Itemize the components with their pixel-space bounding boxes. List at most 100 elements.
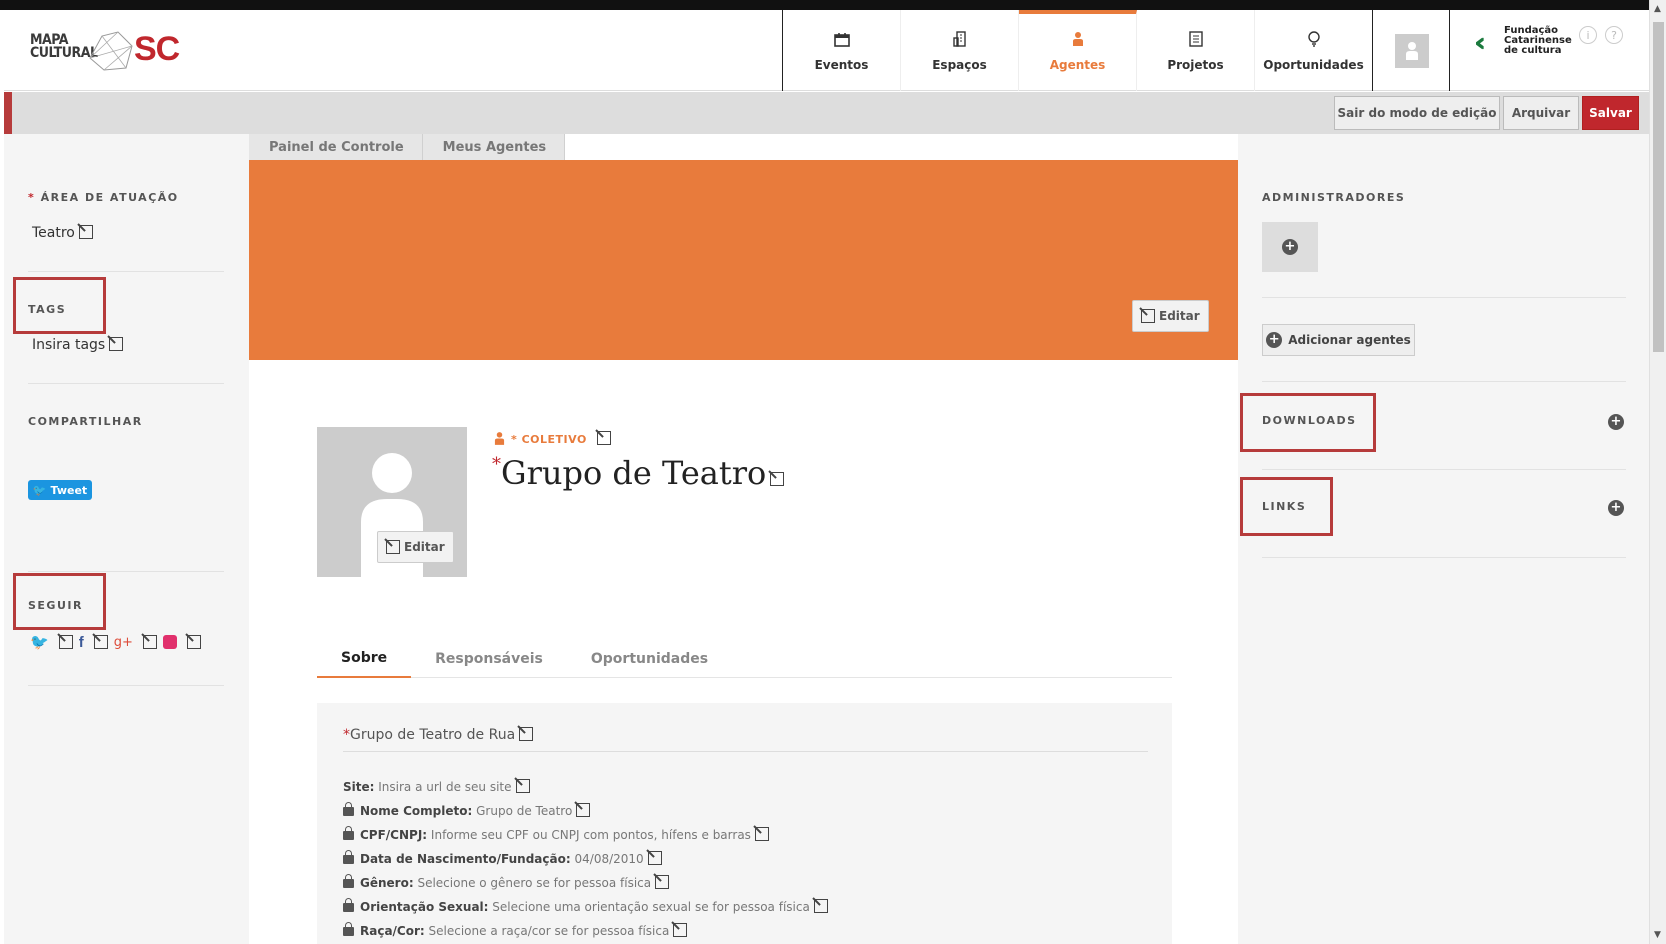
tags-field[interactable]: Insira tags <box>32 337 124 353</box>
google-plus-icon[interactable]: g+ <box>114 635 133 650</box>
nav-projetos[interactable]: Projetos <box>1137 10 1255 91</box>
exit-edit-mode-button[interactable]: Sair do modo de edição <box>1334 96 1500 130</box>
nav-espacos[interactable]: Espaços <box>901 10 1019 91</box>
edit-pencil-icon[interactable] <box>596 431 611 445</box>
add-link-plus-icon[interactable]: + <box>1608 500 1624 516</box>
instagram-icon[interactable] <box>162 635 177 649</box>
divider <box>28 383 224 384</box>
add-agents-button[interactable]: + Adicionar agentes <box>1262 324 1415 356</box>
calendar-icon <box>833 30 851 48</box>
agent-type-label: COLETIVO <box>521 433 587 446</box>
archive-button[interactable]: Arquivar <box>1503 96 1579 130</box>
edit-avatar-button[interactable]: Editar <box>377 531 454 563</box>
divider <box>1262 381 1626 382</box>
field-label: CPF/CNPJ: <box>360 828 428 842</box>
building-icon <box>951 30 969 48</box>
twitter-icon[interactable]: 🐦 <box>30 633 49 651</box>
field-value: Selecione o gênero se for pessoa física <box>417 876 652 890</box>
edit-pencil-icon[interactable] <box>673 923 688 937</box>
person-icon <box>494 431 505 449</box>
edit-mode-marker <box>4 92 12 134</box>
edit-pencil-icon[interactable] <box>186 635 201 649</box>
scroll-down-arrow-icon[interactable]: ▼ <box>1654 930 1661 940</box>
edit-pencil-icon[interactable] <box>519 727 534 741</box>
fundacao-logo[interactable]: ‹‹‹ Fundação Catarinense de cultura <box>1474 24 1584 64</box>
site-header: MAPA CULTURAL SC Eventos Espaços Agentes… <box>4 10 1649 91</box>
edit-pencil-icon[interactable] <box>754 827 769 841</box>
nav-oportunidades[interactable]: Oportunidades <box>1255 10 1373 91</box>
facebook-icon[interactable]: f <box>79 634 84 651</box>
about-panel: *Grupo de Teatro de Rua Site: Insira a u… <box>317 703 1172 944</box>
field-label: Orientação Sexual: <box>360 900 489 914</box>
breadcrumb-item[interactable]: Meus Agentes <box>423 134 566 160</box>
field-genero[interactable]: Gênero: Selecione o gênero se for pessoa… <box>343 874 670 890</box>
field-nome-completo[interactable]: Nome Completo: Grupo de Teatro <box>343 802 591 818</box>
edit-pencil-icon[interactable] <box>655 875 670 889</box>
mapa-cultural-logo[interactable]: MAPA CULTURAL SC <box>30 20 180 80</box>
edit-cover-button[interactable]: Editar <box>1132 300 1209 332</box>
avatar <box>1394 33 1429 68</box>
field-data-nascimento[interactable]: Data de Nascimento/Fundação: 04/08/2010 <box>343 850 662 866</box>
top-strip <box>0 0 1666 10</box>
info-icon[interactable]: i <box>1579 26 1597 44</box>
document-icon <box>1187 30 1205 48</box>
edit-pencil-icon[interactable] <box>813 899 828 913</box>
nav-agentes[interactable]: Agentes <box>1019 10 1137 91</box>
user-menu[interactable] <box>1374 10 1450 91</box>
edit-pencil-icon[interactable] <box>515 779 530 793</box>
edit-pencil-icon[interactable] <box>770 472 785 486</box>
main-nav: Eventos Espaços Agentes Projetos Oportun… <box>782 10 1373 91</box>
field-value: Grupo de Teatro <box>476 804 573 818</box>
lightbulb-icon <box>1305 30 1323 48</box>
field-raca-cor[interactable]: Raça/Cor: Selecione a raça/cor se for pe… <box>343 922 688 938</box>
nav-label: Projetos <box>1167 58 1224 72</box>
plus-icon: + <box>1266 332 1283 348</box>
logo-map-icon <box>89 31 133 71</box>
nav-label: Espaços <box>932 58 987 72</box>
short-description-text: Grupo de Teatro de Rua <box>350 727 516 743</box>
divider <box>1262 297 1626 298</box>
edit-cover-label: Editar <box>1159 309 1200 323</box>
edit-pencil-icon[interactable] <box>93 635 108 649</box>
tab-sobre[interactable]: Sobre <box>317 639 412 678</box>
edit-pencil-icon[interactable] <box>576 803 591 817</box>
field-orientacao-sexual[interactable]: Orientação Sexual: Selecione uma orienta… <box>343 898 828 914</box>
add-admin-button[interactable]: + <box>1262 222 1318 272</box>
downloads-title: DOWNLOADS <box>1262 414 1357 427</box>
page-scrollbar[interactable]: ▲ ▼ <box>1649 0 1666 944</box>
edit-pencil-icon[interactable] <box>58 635 73 649</box>
help-icon[interactable]: ? <box>1605 26 1623 44</box>
nav-label: Oportunidades <box>1263 58 1364 72</box>
short-description-field[interactable]: *Grupo de Teatro de Rua <box>343 727 1148 752</box>
edit-pencil-icon[interactable] <box>109 337 124 351</box>
edit-avatar-label: Editar <box>404 540 445 554</box>
tweet-button[interactable]: 🐦 Tweet <box>28 480 92 500</box>
scrollbar-thumb[interactable] <box>1653 22 1664 352</box>
save-button[interactable]: Salvar <box>1582 96 1639 130</box>
lock-icon <box>343 922 354 936</box>
divider <box>28 685 224 686</box>
breadcrumb-item[interactable]: Painel de Controle <box>249 134 423 160</box>
field-cpf-cnpj[interactable]: CPF/CNPJ: Informe seu CPF ou CNPJ com po… <box>343 826 769 842</box>
area-title-text: ÁREA DE ATUAÇÃO <box>40 191 179 204</box>
tab-responsaveis[interactable]: Responsáveis <box>411 639 567 678</box>
edit-pencil-icon[interactable] <box>78 225 93 239</box>
edit-pencil-icon[interactable] <box>647 851 662 865</box>
field-label: Site: <box>343 780 375 794</box>
agent-type[interactable]: * COLETIVO <box>494 431 611 449</box>
nav-eventos[interactable]: Eventos <box>783 10 901 91</box>
field-site[interactable]: Site: Insira a url de seu site <box>343 779 530 794</box>
agent-name-text: Grupo de Teatro <box>501 454 767 492</box>
logo-sc: SC <box>134 30 180 68</box>
area-value[interactable]: Teatro <box>32 225 93 241</box>
twitter-bird-icon: 🐦 <box>32 483 47 497</box>
agent-name[interactable]: *Grupo de Teatro <box>492 454 785 492</box>
tab-oportunidades[interactable]: Oportunidades <box>567 639 732 678</box>
scroll-up-arrow-icon[interactable]: ▲ <box>1654 4 1661 14</box>
divider <box>28 571 224 572</box>
edit-pencil-icon[interactable] <box>142 635 157 649</box>
lock-icon <box>343 874 354 888</box>
add-download-plus-icon[interactable]: + <box>1608 414 1624 430</box>
field-label: Nome Completo: <box>360 804 473 818</box>
field-label: Raça/Cor: <box>360 924 425 938</box>
